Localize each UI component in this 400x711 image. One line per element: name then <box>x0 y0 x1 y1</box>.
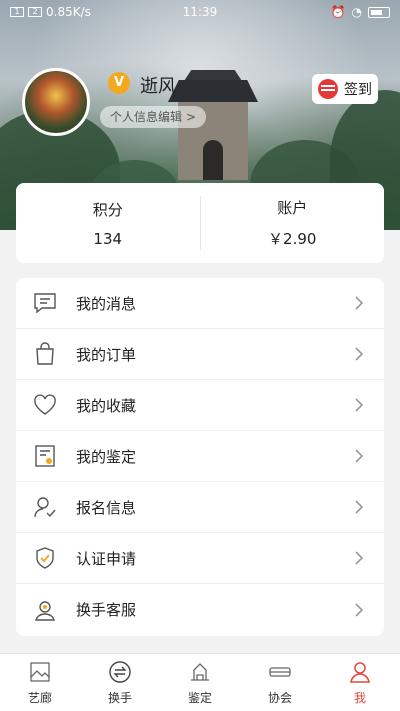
checkin-button[interactable]: 签到 <box>312 74 378 104</box>
coin-stack-icon <box>318 79 338 99</box>
menu-item-label: 换手客服 <box>76 601 137 619</box>
menu-item-customer-service[interactable]: 换手客服 <box>16 584 384 635</box>
sim-icon-2: 2 <box>28 7 42 17</box>
chevron-right-icon <box>355 347 364 361</box>
menu-item-label: 我的消息 <box>76 294 137 313</box>
tab-gallery[interactable]: 艺廊 <box>0 654 80 711</box>
menu-item-label: 报名信息 <box>76 498 137 517</box>
points-stat[interactable]: 积分 134 <box>16 199 200 248</box>
heart-icon <box>32 392 58 418</box>
tab-label: 换手 <box>107 691 132 705</box>
shield-check-icon <box>32 545 58 571</box>
chevron-right-icon <box>355 449 364 463</box>
network-speed: 0.85K/s <box>46 5 91 19</box>
exchange-icon <box>107 659 133 685</box>
tab-exchange[interactable]: 换手 <box>80 654 160 711</box>
appraisal-icon <box>187 659 213 685</box>
menu-item-label: 我的鉴定 <box>76 447 137 466</box>
tab-label: 我 <box>353 691 366 705</box>
chevron-right-icon <box>355 551 364 565</box>
menu-item-certification[interactable]: 认证申请 <box>16 533 384 584</box>
chevron-right-icon <box>355 500 364 514</box>
association-icon <box>267 659 293 685</box>
bottom-tab-bar: 艺廊 换手 鉴定 协会 我 <box>0 653 400 711</box>
wifi-icon: ◔ <box>351 5 362 19</box>
profile-icon <box>347 659 373 685</box>
menu-item-label: 我的订单 <box>76 345 137 364</box>
sim-icon: 1 <box>10 7 24 17</box>
account-value: ￥2.90 <box>268 230 317 248</box>
edit-profile-button[interactable]: 个人信息编辑 > <box>100 106 206 128</box>
tab-label: 鉴定 <box>187 691 212 705</box>
menu-item-favorites[interactable]: 我的收藏 <box>16 380 384 431</box>
customer-service-icon <box>32 597 58 623</box>
tab-association[interactable]: 协会 <box>240 654 320 711</box>
avatar[interactable] <box>22 68 90 136</box>
tab-appraisal[interactable]: 鉴定 <box>160 654 240 711</box>
message-icon <box>32 290 58 316</box>
menu-item-label: 认证申请 <box>76 549 137 568</box>
account-stat[interactable]: 账户 ￥2.90 <box>201 197 385 249</box>
checkin-label: 签到 <box>344 82 372 98</box>
status-bar: 1 2 0.85K/s 11:39 ⏰ ◔ <box>0 0 400 24</box>
menu-item-orders[interactable]: 我的订单 <box>16 329 384 380</box>
menu-item-appraisals[interactable]: 我的鉴定 <box>16 431 384 482</box>
menu-item-label: 我的收藏 <box>76 396 137 415</box>
account-label: 账户 <box>277 199 308 217</box>
tab-label: 协会 <box>267 691 292 705</box>
alarm-icon: ⏰ <box>330 5 346 19</box>
tab-profile[interactable]: 我 <box>320 654 400 711</box>
certificate-icon <box>32 443 58 469</box>
chevron-right-icon <box>355 398 364 412</box>
points-label: 积分 <box>92 200 123 219</box>
menu-item-messages[interactable]: 我的消息 <box>16 278 384 329</box>
gallery-icon <box>27 659 53 685</box>
points-value: 134 <box>93 229 123 248</box>
username: 逝风 <box>140 76 176 97</box>
battery-icon <box>368 6 390 18</box>
user-check-icon <box>32 494 58 520</box>
menu-list: 我的消息 我的订单 我的收藏 我的鉴定 报名信息 认证申请 换手客服 <box>16 278 384 636</box>
shopping-bag-icon <box>32 341 58 367</box>
stats-card: 积分 134 账户 ￥2.90 <box>16 183 384 263</box>
vip-badge: V <box>108 72 130 94</box>
chevron-right-icon <box>355 296 364 310</box>
tab-label: 艺廊 <box>27 691 52 705</box>
chevron-right-icon <box>355 602 364 617</box>
menu-item-registration[interactable]: 报名信息 <box>16 482 384 533</box>
